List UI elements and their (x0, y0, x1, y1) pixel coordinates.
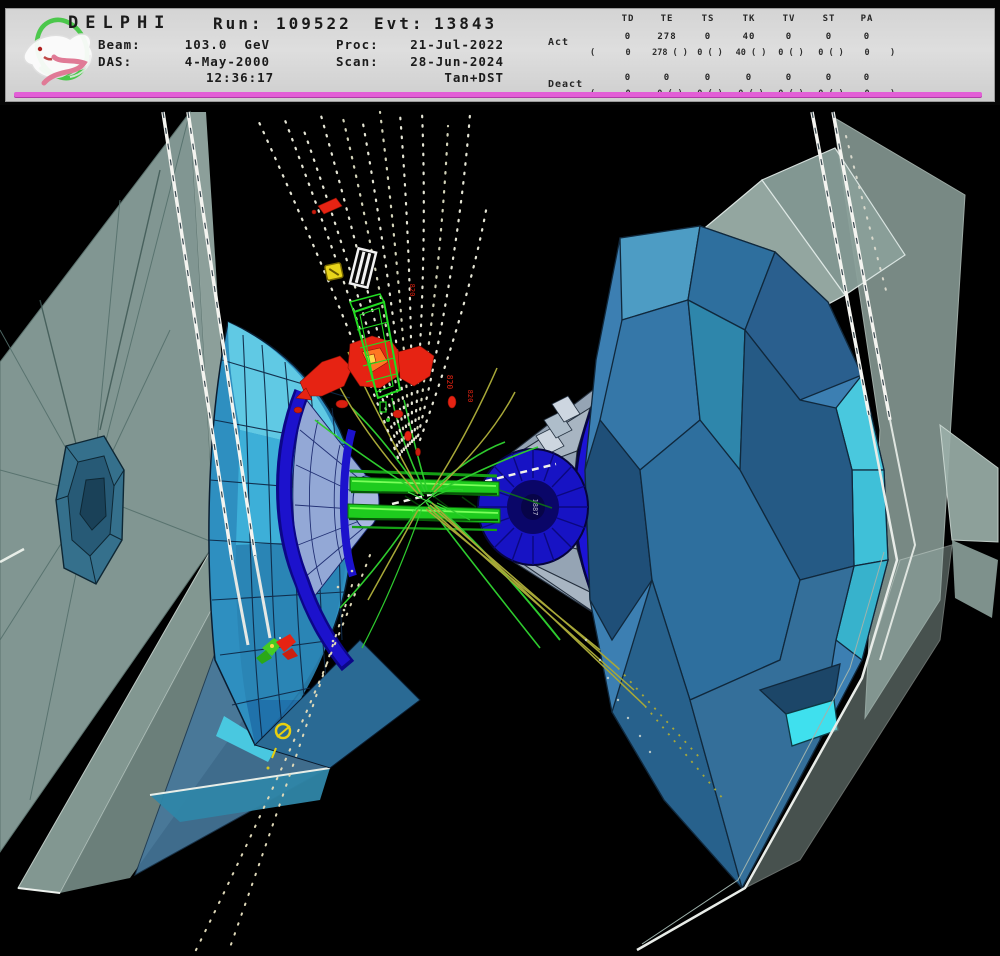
proc-label: Proc: (336, 37, 379, 52)
act-close-paren: ) (890, 48, 895, 58)
detector-3d-render: 1887 (0, 105, 1000, 956)
col-header-ts: TS (688, 14, 728, 24)
hit-label-2: 820 (408, 284, 416, 297)
evt-value: 13843 (434, 14, 497, 33)
scan-value: 28-Jun-2024 (398, 54, 504, 69)
col-header-tk: TK (729, 14, 769, 24)
hit-label-3: 820 (466, 390, 474, 403)
col-header-pa: PA (847, 14, 887, 24)
tpc-endplate-disc: 1887 (478, 449, 588, 565)
das-label: DAS: (98, 54, 132, 69)
proc-value: 21-Jul-2022 (398, 37, 504, 52)
das-value: 4-May-2000 (178, 54, 270, 69)
magenta-divider (14, 92, 982, 97)
act-row-label: Act (548, 37, 569, 48)
header-panel: DELPHI Run: 109522 Evt: 13843 Beam: 103.… (5, 8, 995, 102)
col-header-te: TE (647, 14, 687, 24)
col-header-st: ST (809, 14, 849, 24)
delphi-event-display: DELPHI Run: 109522 Evt: 13843 Beam: 103.… (0, 0, 1000, 956)
act-sub-te: 278 ( ) (646, 48, 694, 58)
right-endcap: 1887 (478, 112, 998, 950)
act-tk: 40 (729, 32, 769, 42)
deact-pa: 0 (847, 73, 887, 83)
yellow-hit-box (325, 263, 344, 281)
header-bar: DELPHI Run: 109522 Evt: 13843 Beam: 103.… (0, 0, 1000, 105)
app-title: DELPHI (68, 13, 171, 33)
act-td: 0 (608, 32, 648, 42)
run-label: Run: (213, 14, 264, 33)
deact-st: 0 (809, 73, 849, 83)
col-header-tv: TV (769, 14, 809, 24)
act-st: 0 (809, 32, 849, 42)
evt-label: Evt: (374, 14, 425, 33)
act-sub-tv: 0 ( ) (769, 48, 813, 58)
event-viewport[interactable]: 1887 (0, 105, 1000, 956)
act-te: 278 (647, 32, 687, 42)
deact-te: 0 (647, 73, 687, 83)
beam-value: 103.0 GeV (178, 37, 270, 52)
white-striped-marker (350, 248, 376, 287)
mode-value: Tan+DST (398, 70, 504, 85)
beam-label: Beam: (98, 37, 141, 52)
col-header-td: TD (608, 14, 648, 24)
deact-ts: 0 (688, 73, 728, 83)
time-value: 12:36:17 (206, 70, 274, 85)
act-ts: 0 (688, 32, 728, 42)
act-pa: 0 (847, 32, 887, 42)
deact-td: 0 (608, 73, 648, 83)
act-sub-pa: 0 (847, 48, 887, 58)
scan-label: Scan: (336, 54, 379, 69)
hit-label-1: 820 (445, 375, 454, 390)
act-sub-tk: 40 ( ) (728, 48, 774, 58)
run-value: 109522 (276, 14, 352, 33)
deact-tv: 0 (769, 73, 809, 83)
deact-tk: 0 (729, 73, 769, 83)
act-sub-td: 0 (606, 48, 650, 58)
hit-energy-labels: 820 820 820 (408, 284, 474, 403)
act-sub-ts: 0 ( ) (688, 48, 732, 58)
deact-row-label: Deact (548, 79, 583, 90)
act-tv: 0 (769, 32, 809, 42)
act-open-paren: ( (590, 48, 595, 58)
